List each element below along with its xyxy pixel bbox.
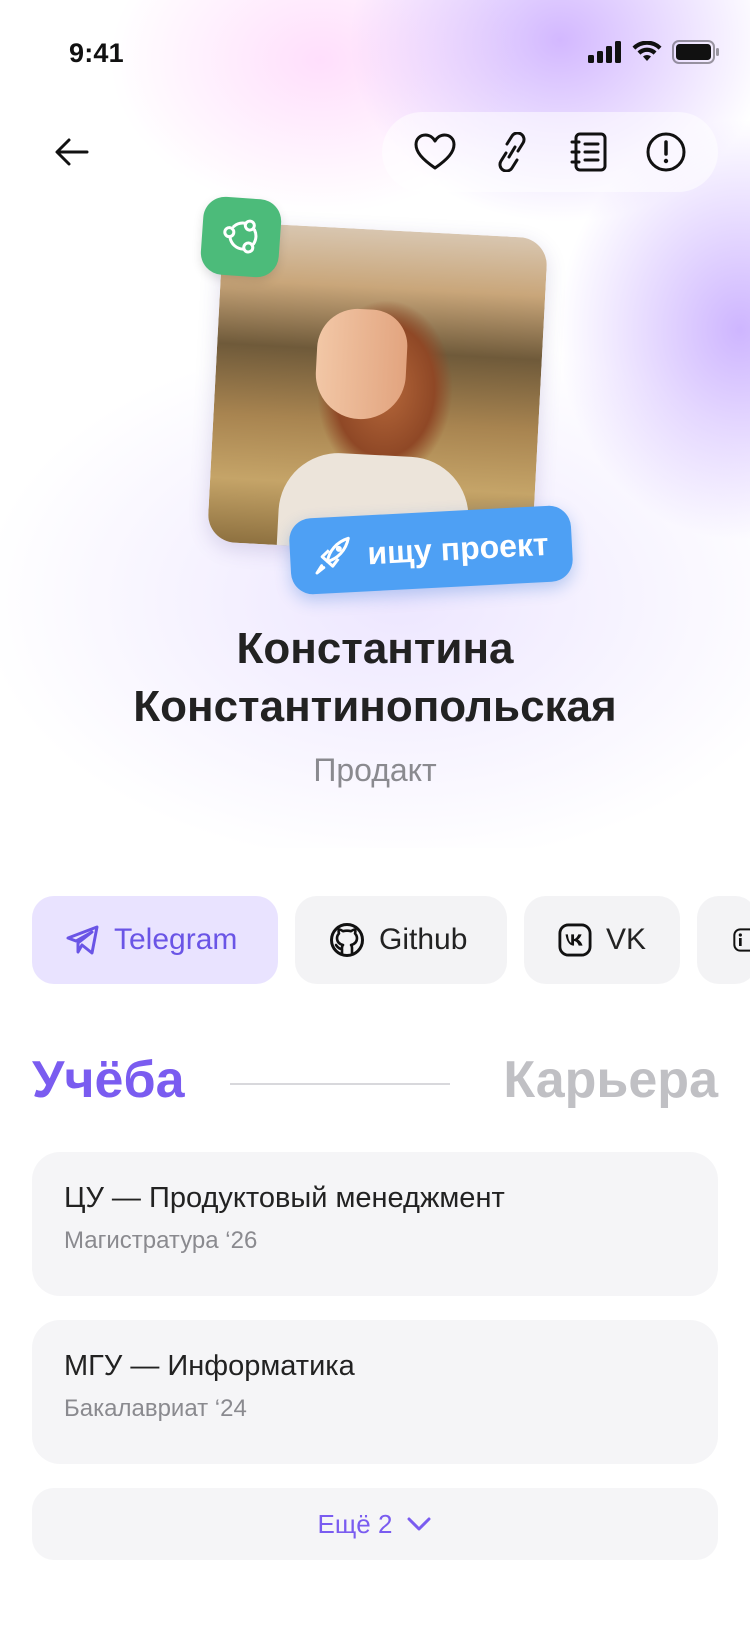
notes-button[interactable] bbox=[561, 124, 617, 180]
arrow-left-icon bbox=[55, 138, 89, 166]
profile-role: Продакт bbox=[313, 752, 437, 788]
profile-name: Константина Константинопольская bbox=[0, 620, 750, 736]
status-time: 9:41 bbox=[69, 38, 124, 68]
linkedin-icon bbox=[733, 928, 750, 952]
social-vk-label: VK bbox=[605, 923, 646, 956]
report-button[interactable] bbox=[638, 124, 694, 180]
social-links: Telegram Github VK bbox=[32, 896, 750, 984]
tabs-divider bbox=[230, 1083, 450, 1085]
cellular-signal-icon bbox=[588, 41, 621, 63]
profile-actions-bar bbox=[382, 112, 718, 192]
social-vk-button[interactable]: VK bbox=[524, 896, 680, 984]
show-more-label: Ещё 2 bbox=[317, 1508, 393, 1539]
wifi-icon bbox=[632, 41, 662, 61]
show-more-button[interactable]: Ещё 2 bbox=[32, 1488, 718, 1560]
telegram-icon bbox=[66, 925, 99, 955]
tab-education[interactable]: Учёба bbox=[32, 1050, 185, 1110]
rocket-icon bbox=[315, 536, 351, 575]
network-badge bbox=[199, 195, 283, 279]
profile-name-line1: Константина bbox=[236, 624, 514, 673]
social-github-label: Github bbox=[379, 923, 468, 956]
heart-icon bbox=[414, 133, 455, 170]
vk-icon bbox=[558, 923, 592, 957]
profile-name-line2: Константинопольская bbox=[133, 682, 617, 731]
tab-career[interactable]: Карьера bbox=[503, 1050, 718, 1110]
battery-icon bbox=[672, 40, 719, 64]
github-icon bbox=[330, 923, 364, 957]
social-linkedin-button[interactable] bbox=[697, 896, 750, 984]
link-icon bbox=[497, 132, 526, 172]
status-icons bbox=[588, 40, 720, 64]
status-badge-label: ищу проект bbox=[366, 525, 550, 571]
alert-circle-icon bbox=[646, 132, 685, 172]
favorite-button[interactable] bbox=[407, 124, 463, 180]
education-card[interactable]: ЦУ — Продуктовый менеджмент Магистратура… bbox=[32, 1152, 718, 1296]
photo-face bbox=[313, 306, 410, 422]
social-telegram-button[interactable]: Telegram bbox=[32, 896, 278, 984]
profile-tabs: Учёба Карьера bbox=[32, 1050, 718, 1120]
network-nodes-icon bbox=[223, 219, 258, 254]
chevron-down-icon bbox=[407, 1517, 431, 1531]
education-title: МГУ — Информатика bbox=[64, 1350, 355, 1382]
looking-for-project-badge: ищу проект bbox=[288, 504, 574, 596]
social-github-button[interactable]: Github bbox=[295, 896, 507, 984]
education-title: ЦУ — Продуктовый менеджмент bbox=[64, 1182, 505, 1214]
copy-link-button[interactable] bbox=[484, 124, 540, 180]
education-card[interactable]: МГУ — Информатика Бакалавриат ‘24 bbox=[32, 1320, 718, 1464]
education-subtitle: Магистратура ‘26 bbox=[64, 1227, 258, 1254]
social-telegram-label: Telegram bbox=[114, 923, 238, 956]
notebook-icon bbox=[570, 132, 606, 172]
back-button[interactable] bbox=[32, 112, 112, 192]
education-subtitle: Бакалавриат ‘24 bbox=[64, 1395, 247, 1422]
